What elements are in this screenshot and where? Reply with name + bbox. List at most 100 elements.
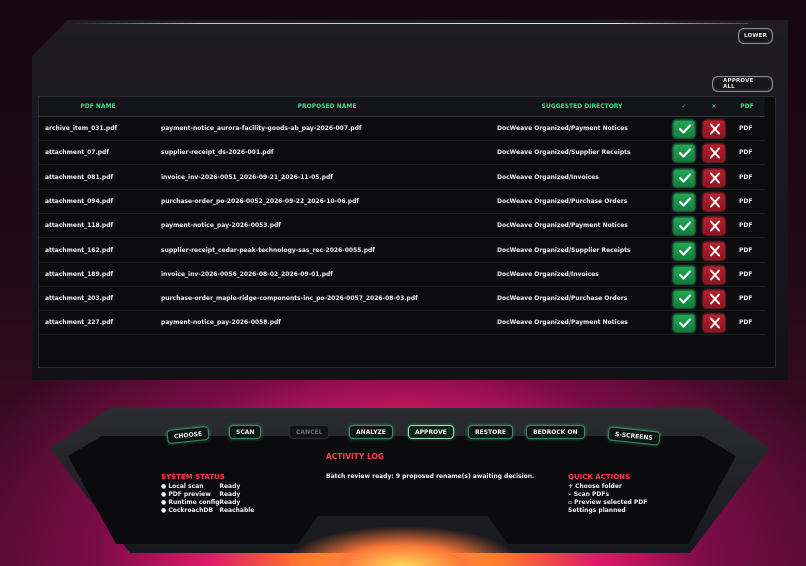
review-table: PDF NAME PROPOSED NAME SUGGESTED DIRECTO… [38,96,776,368]
quick-action-choose-folder[interactable]: + Choose folder [568,483,622,490]
column-header-pdf-name[interactable]: PDF NAME [39,97,157,117]
column-header-approve: ✓ [681,103,687,110]
reject-row-button[interactable] [703,120,725,138]
analyze-button[interactable]: ANALYZE [349,425,393,439]
file-type-cell: PDF [739,197,753,205]
status-value: Ready [219,499,241,506]
file-type-cell: PDF [739,246,753,254]
status-key: CockroachDB [168,507,213,514]
table-row[interactable]: attachment_081.pdf invoice_inv-2026-0051_… [39,166,765,190]
table-row[interactable]: attachment_094.pdf purchase-order_po-2026… [39,190,765,214]
table-row[interactable]: attachment_189.pdf invoice_inv-2026-0056_… [39,263,765,287]
close-icon [710,220,720,232]
suggested-directory-cell: DocWeave Organized/Payment Notices [497,222,628,230]
approve-row-button[interactable] [673,144,695,163]
suggested-directory-cell: DocWeave Organized/Payment Notices [497,125,628,132]
proposed-name-cell: supplier-receipt_ds-2026-001.pdf [161,149,274,157]
restore-button[interactable]: RESTORE [468,425,513,439]
column-header-type: PDF [740,103,754,110]
close-icon [710,245,720,256]
reject-row-button[interactable] [703,314,725,333]
check-icon [678,270,692,280]
approve-row-button[interactable] [673,265,695,284]
status-key: Local scan [168,483,204,490]
reject-row-button[interactable] [703,217,725,236]
quick-action-settings[interactable]: Settings planned [568,507,626,514]
suggested-directory-cell: DocWeave Organized/Purchase Orders [497,197,628,205]
proposed-name-cell: purchase-order_po-2026-0052_2026-09-22_2… [161,197,359,205]
quick-actions-title: QUICK ACTIONS [568,473,631,481]
approve-row-button[interactable] [673,314,695,333]
table-row[interactable]: attachment_118.pdf payment-notice_pay-202… [39,214,765,239]
reject-row-button[interactable] [703,290,725,309]
approve-row-button[interactable] [673,120,695,138]
close-icon [710,293,720,305]
file-type-cell: PDF [739,125,753,132]
pdf-name-cell: attachment_203.pdf [45,295,114,303]
status-key: Runtime config [168,499,220,506]
approve-row-button[interactable] [673,241,695,260]
pdf-name-cell: attachment_227.pdf [45,319,114,327]
proposed-name-cell: payment-notice_pay-2026-0053.pdf [161,222,281,230]
status-key: PDF preview [168,491,211,498]
file-type-cell: PDF [739,295,753,303]
approve-all-button[interactable]: APPROVE ALL [712,76,773,92]
reject-row-button[interactable] [703,144,725,163]
check-icon [678,124,692,134]
file-type-cell: PDF [739,222,753,230]
reject-row-button[interactable] [703,265,725,284]
bedrock-toggle-button[interactable]: BEDROCK ON [526,425,585,439]
approve-row-button[interactable] [673,217,695,236]
quick-action-scan-pdfs[interactable]: ⌁ Scan PDFs [568,491,609,498]
status-row-runtime-config: ● Runtime configReady [161,499,241,506]
approve-row-button[interactable] [673,290,695,309]
check-icon [678,197,692,207]
table-row[interactable]: attachment_227.pdf payment-notice_pay-202… [39,311,765,336]
pdf-name-cell: attachment_081.pdf [45,173,114,181]
file-type-cell: PDF [739,173,753,181]
close-icon [710,172,720,184]
approve-row-button[interactable] [673,168,695,187]
proposed-name-cell: invoice_inv-2026-0051_2026-09-21_2026-11… [161,173,333,181]
system-status-title: SYSTEM STATUS [161,473,225,481]
status-value: Reachable [219,507,255,514]
status-value: Ready [219,491,241,498]
close-icon [710,147,720,159]
reject-row-button[interactable] [703,168,725,187]
status-row-pdf-preview: ● PDF preview Ready [161,491,241,498]
console-glow [290,516,516,566]
check-icon [678,148,692,158]
suggested-directory-cell: DocWeave Organized/Supplier Receipts [497,149,631,157]
pdf-name-cell: attachment_07.pdf [45,149,109,157]
proposed-name-cell: purchase-order_maple-ridge-components-in… [161,295,418,303]
proposed-name-cell: invoice_inv-2026-0056_2026-08-02_2026-09… [161,270,333,278]
close-icon [710,269,720,281]
column-header-proposed-name[interactable]: PROPOSED NAME [161,97,493,117]
reject-row-button[interactable] [703,192,725,211]
table-header: PDF NAME PROPOSED NAME SUGGESTED DIRECTO… [39,97,765,117]
close-icon [710,123,720,135]
proposed-name-cell: payment-notice_aurora-facility-goods-ab_… [161,125,362,132]
reject-row-button[interactable] [703,241,725,260]
proposed-name-cell: payment-notice_pay-2026-0058.pdf [161,319,281,327]
approve-button[interactable]: APPROVE [408,425,454,439]
lower-button[interactable]: LOWER [738,28,773,44]
scan-button[interactable]: SCAN [229,425,262,439]
table-row[interactable]: attachment_162.pdf supplier-receipt_cedar… [39,239,765,263]
activity-log-title: ACTIVITY LOG [326,452,385,461]
column-header-suggested-directory[interactable]: SUGGESTED DIRECTORY [497,97,667,117]
pdf-name-cell: attachment_162.pdf [45,246,114,254]
proposed-name-cell: supplier-receipt_cedar-peak-technology-s… [161,246,375,254]
approve-row-button[interactable] [673,192,695,211]
pdf-name-cell: attachment_118.pdf [45,222,114,230]
table-row[interactable]: attachment_203.pdf purchase-order_maple-r… [39,287,765,312]
table-row[interactable]: archive_item_031.pdf payment-notice_auror… [39,117,765,141]
cancel-button[interactable]: CANCEL [289,425,330,439]
file-type-cell: PDF [739,319,753,327]
table-row[interactable]: attachment_07.pdf supplier-receipt_ds-202… [39,141,765,166]
column-header-reject: × [711,103,717,110]
check-icon [678,221,692,231]
close-icon [710,196,720,208]
quick-action-preview-pdf[interactable]: ▫ Preview selected PDF [568,499,647,506]
activity-log-message: Batch review ready: 9 proposed rename(s)… [326,473,535,480]
